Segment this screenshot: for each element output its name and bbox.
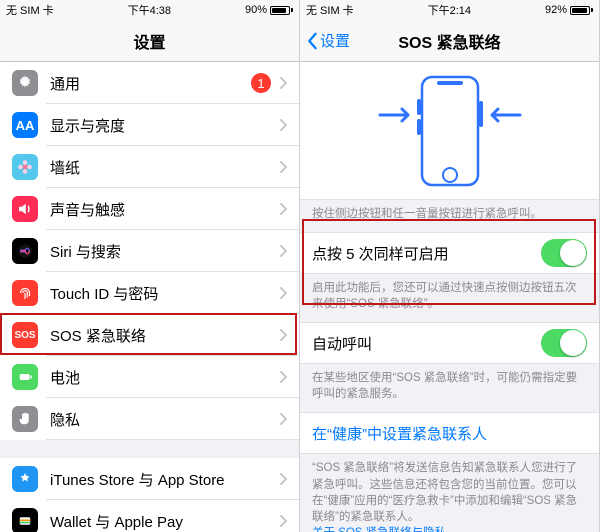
status-bar: 无 SIM 卡 下午2:14 92% xyxy=(300,0,599,20)
navbar: 设置 xyxy=(0,20,299,62)
cell-wallet[interactable]: Wallet 与 Apple Pay xyxy=(0,500,299,532)
general-icon xyxy=(12,70,38,96)
battery-icon xyxy=(12,364,38,390)
chevron-right-icon xyxy=(279,245,287,257)
cell-sound[interactable]: 声音与触感 xyxy=(0,188,299,230)
siri-icon xyxy=(12,238,38,264)
cell-itunes[interactable]: iTunes Store 与 App Store xyxy=(0,458,299,500)
cell-touchid[interactable]: Touch ID 与密码 xyxy=(0,272,299,314)
chevron-right-icon xyxy=(279,203,287,215)
privacy-icon xyxy=(12,406,38,432)
battery-icon xyxy=(570,6,593,15)
sound-icon xyxy=(12,196,38,222)
cell-siri[interactable]: Siri 与搜索 xyxy=(0,230,299,272)
sos-illustration xyxy=(300,62,599,200)
settings-screen: 无 SIM 卡 下午4:38 90% 设置 通用1 AA 显示与亮度墙纸声音与触感 S… xyxy=(0,0,300,532)
chevron-right-icon xyxy=(279,119,287,131)
status-time: 下午2:14 xyxy=(428,2,471,18)
phone-buttons-illustration-icon xyxy=(360,71,540,191)
cell-battery[interactable]: 电池 xyxy=(0,356,299,398)
cell-privacy[interactable]: 隐私 xyxy=(0,398,299,440)
badge: 1 xyxy=(251,73,271,93)
navbar: 设置 SOS 紧急联络 xyxy=(300,20,599,62)
cell-label: SOS 紧急联络 xyxy=(50,325,279,346)
toggle-label: 点按 5 次同样可启用 xyxy=(312,243,541,264)
sos-screen: 无 SIM 卡 下午2:14 92% 设置 SOS 紧急联络 按住侧边按钮和任一… xyxy=(300,0,600,532)
about-sos-privacy-link[interactable]: 关于 SOS 紧急联络与隐私 xyxy=(312,527,446,532)
toggle-five-press-row[interactable]: 点按 5 次同样可启用 xyxy=(300,232,599,274)
cell-label: 通用 xyxy=(50,73,251,94)
wallpaper-icon xyxy=(12,154,38,180)
chevron-right-icon xyxy=(279,515,287,527)
touchid-icon xyxy=(12,280,38,306)
itunes-icon xyxy=(12,466,38,492)
chevron-right-icon xyxy=(279,329,287,341)
chevron-left-icon xyxy=(306,32,318,50)
battery-icon xyxy=(270,6,293,15)
status-time: 下午4:38 xyxy=(128,2,171,18)
chevron-right-icon xyxy=(279,161,287,173)
cell-display[interactable]: AA 显示与亮度 xyxy=(0,104,299,146)
link-label: 在“健康”中设置紧急联系人 xyxy=(312,423,487,444)
cell-label: 电池 xyxy=(50,367,279,388)
cell-label: 声音与触感 xyxy=(50,199,279,220)
cell-wallpaper[interactable]: 墙纸 xyxy=(0,146,299,188)
cell-general[interactable]: 通用1 xyxy=(0,62,299,104)
toggle-auto-call-row[interactable]: 自动呼叫 xyxy=(300,322,599,364)
chevron-right-icon xyxy=(279,473,287,485)
battery-percent: 92% xyxy=(545,4,567,16)
chevron-right-icon xyxy=(279,371,287,383)
cell-label: Siri 与搜索 xyxy=(50,241,279,262)
status-bar: 无 SIM 卡 下午4:38 90% xyxy=(0,0,299,20)
carrier-text: 无 SIM 卡 xyxy=(306,2,354,18)
toggle-label: 自动呼叫 xyxy=(312,333,541,354)
cell-label: Touch ID 与密码 xyxy=(50,283,279,304)
hint-press-buttons: 按住侧边按钮和任一音量按钮进行紧急呼叫。 xyxy=(300,200,599,232)
cell-label: 隐私 xyxy=(50,409,279,430)
health-desc: “SOS 紧急联络”将发送信息告知紧急联系人您进行了紧急呼叫。这些信息还将包含您… xyxy=(300,454,599,532)
page-title: SOS 紧急联络 xyxy=(398,29,500,53)
battery-percent: 90% xyxy=(245,4,267,16)
toggle-five-press-desc: 启用此功能后，您还可以通过快速点按侧边按钮五次来使用“SOS 紧急联络”。 xyxy=(300,274,599,322)
display-icon: AA xyxy=(12,112,38,138)
wallet-icon xyxy=(12,508,38,532)
cell-label: Wallet 与 Apple Pay xyxy=(50,511,279,532)
settings-list[interactable]: 通用1 AA 显示与亮度墙纸声音与触感 Siri 与搜索 Touch ID 与密码 SOS… xyxy=(0,62,299,532)
cell-label: 墙纸 xyxy=(50,157,279,178)
cell-label: iTunes Store 与 App Store xyxy=(50,469,279,490)
carrier-text: 无 SIM 卡 xyxy=(6,2,54,18)
setup-health-contacts-link[interactable]: 在“健康”中设置紧急联系人 xyxy=(300,412,599,454)
cell-label: 显示与亮度 xyxy=(50,115,279,136)
toggle-five-press[interactable] xyxy=(541,239,587,267)
cell-sos[interactable]: SOS SOS 紧急联络 xyxy=(0,314,299,356)
page-title: 设置 xyxy=(133,29,165,53)
toggle-auto-call-desc: 在某些地区使用“SOS 紧急联络”时，可能仍需指定要呼叫的紧急服务。 xyxy=(300,364,599,412)
chevron-right-icon xyxy=(279,77,287,89)
toggle-auto-call[interactable] xyxy=(541,329,587,357)
back-label: 设置 xyxy=(320,30,350,51)
back-button[interactable]: 设置 xyxy=(306,30,350,51)
chevron-right-icon xyxy=(279,287,287,299)
sos-icon: SOS xyxy=(12,322,38,348)
chevron-right-icon xyxy=(279,413,287,425)
